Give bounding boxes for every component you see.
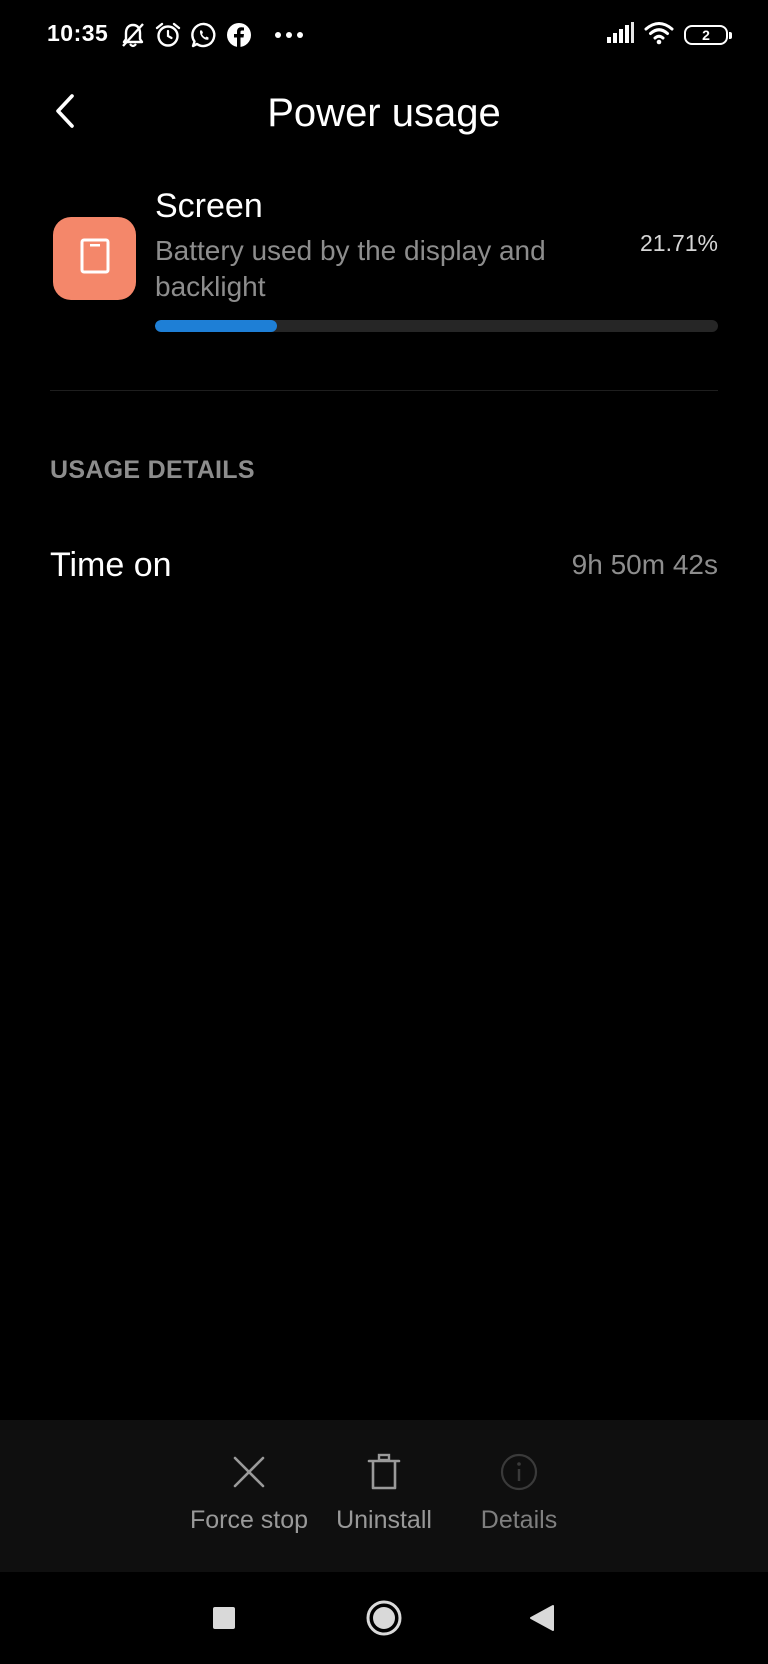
detail-value: 9h 50m 42s [571,549,718,580]
details-button[interactable]: Details [449,1420,589,1572]
info-icon [499,1452,539,1492]
nav-back-button[interactable] [514,1592,570,1648]
facebook-icon [226,22,252,48]
usage-progress-fill [155,320,278,332]
uninstall-button[interactable]: Uninstall [314,1420,454,1572]
trash-icon [364,1452,404,1492]
app-icon [53,217,136,300]
details-label: Details [480,1506,558,1534]
page-title: Power usage [267,91,501,135]
alarm-icon [154,21,182,49]
usage-details-header: USAGE DETAILS [50,456,255,484]
detail-label: Time on [50,545,172,584]
usage-progress-bar [155,320,718,332]
system-status-icons: 2 [606,20,732,50]
whatsapp-icon [190,21,218,49]
back-arrow-icon [52,92,78,135]
navigation-bar [0,1572,768,1664]
bell-off-icon [120,21,146,49]
divider [50,390,718,391]
detail-row-time-on: Time on 9h 50m 42s [50,540,718,590]
usage-percent: 21.71% [639,230,718,256]
close-icon [229,1452,269,1492]
battery-icon: 2 [684,25,732,45]
more-dots-icon [274,30,304,40]
wifi-icon [644,21,674,50]
status-time: 10:35 [47,20,109,46]
home-button[interactable] [356,1592,412,1648]
uninstall-label: Uninstall [336,1506,432,1534]
force-stop-button[interactable]: Force stop [179,1420,319,1572]
app-description: Battery used by the display and backligh… [155,235,546,302]
recents-button[interactable] [196,1592,252,1648]
recents-square-icon [212,1606,236,1635]
home-circle-icon [365,1599,403,1642]
back-button[interactable] [40,88,90,138]
force-stop-label: Force stop [189,1506,309,1534]
status-bar: 10:35 2 [0,0,768,70]
notification-icons [120,20,304,50]
back-triangle-icon [529,1604,555,1637]
app-name: Screen [155,187,263,225]
tablet-screen-icon [79,237,111,280]
action-bar: Force stop Uninstall Details [0,1420,768,1572]
battery-level: 2 [702,27,710,43]
signal-icon [606,21,634,49]
